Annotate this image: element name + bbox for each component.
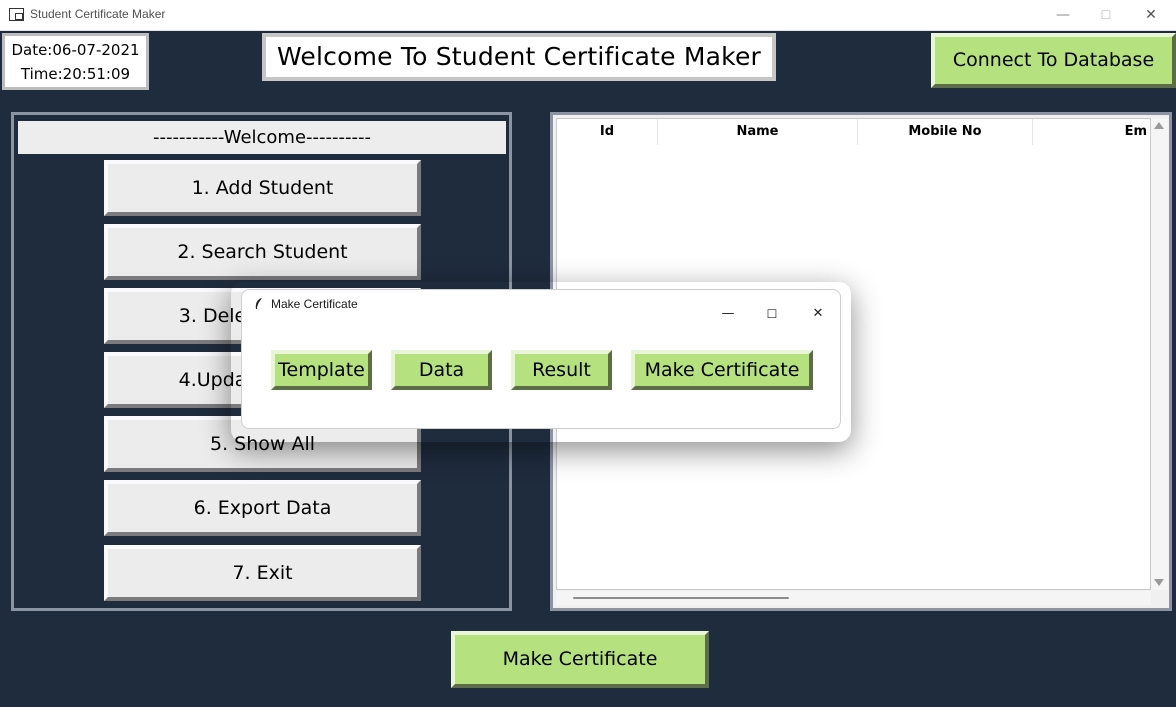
make-certificate-dialog: Make Certificate — ☐ ✕ Template Data Res…	[241, 289, 841, 429]
vertical-scrollbar[interactable]	[1151, 118, 1168, 590]
make-certificate-button[interactable]: Make Certificate	[451, 631, 709, 688]
welcome-banner: -----------Welcome----------	[18, 121, 506, 154]
dialog-maximize-icon[interactable]: ☐	[749, 302, 795, 326]
app-icon	[9, 8, 24, 21]
dialog-make-certificate-button[interactable]: Make Certificate	[631, 350, 813, 390]
column-header-id[interactable]: Id	[557, 119, 658, 145]
page-title: Welcome To Student Certificate Maker	[262, 33, 776, 81]
datetime-box: Date:06-07-2021 Time:20:51:09	[2, 33, 149, 90]
exit-button[interactable]: 7. Exit	[104, 545, 421, 601]
date-label: Date:06-07-2021	[11, 41, 140, 59]
column-header-email[interactable]: Em	[1033, 119, 1150, 145]
column-header-mobile[interactable]: Mobile No	[858, 119, 1033, 145]
scroll-up-icon[interactable]	[1154, 122, 1164, 129]
window-title: Student Certificate Maker	[30, 7, 166, 21]
dialog-close-icon[interactable]: ✕	[795, 302, 840, 326]
horizontal-scroll-thumb[interactable]	[573, 597, 789, 599]
connect-database-button[interactable]: Connect To Database	[931, 33, 1176, 88]
data-button[interactable]: Data	[391, 350, 492, 390]
template-button[interactable]: Template	[271, 350, 372, 390]
dialog-title: Make Certificate	[271, 297, 358, 311]
scroll-down-icon[interactable]	[1154, 579, 1164, 586]
maximize-icon[interactable]: ☐	[1083, 0, 1129, 31]
dialog-minimize-icon[interactable]: —	[705, 302, 751, 326]
horizontal-scrollbar[interactable]	[556, 591, 1151, 605]
feather-icon	[254, 297, 264, 313]
result-button[interactable]: Result	[511, 350, 612, 390]
search-student-button[interactable]: 2. Search Student	[104, 224, 421, 280]
close-icon[interactable]: ✕	[1128, 0, 1174, 31]
column-header-name[interactable]: Name	[658, 119, 858, 145]
add-student-button[interactable]: 1. Add Student	[104, 160, 421, 216]
minimize-icon[interactable]: —	[1040, 0, 1086, 31]
export-data-button[interactable]: 6. Export Data	[104, 480, 421, 536]
time-label: Time:20:51:09	[20, 65, 131, 83]
window-titlebar: Student Certificate Maker — ☐ ✕	[0, 0, 1176, 31]
